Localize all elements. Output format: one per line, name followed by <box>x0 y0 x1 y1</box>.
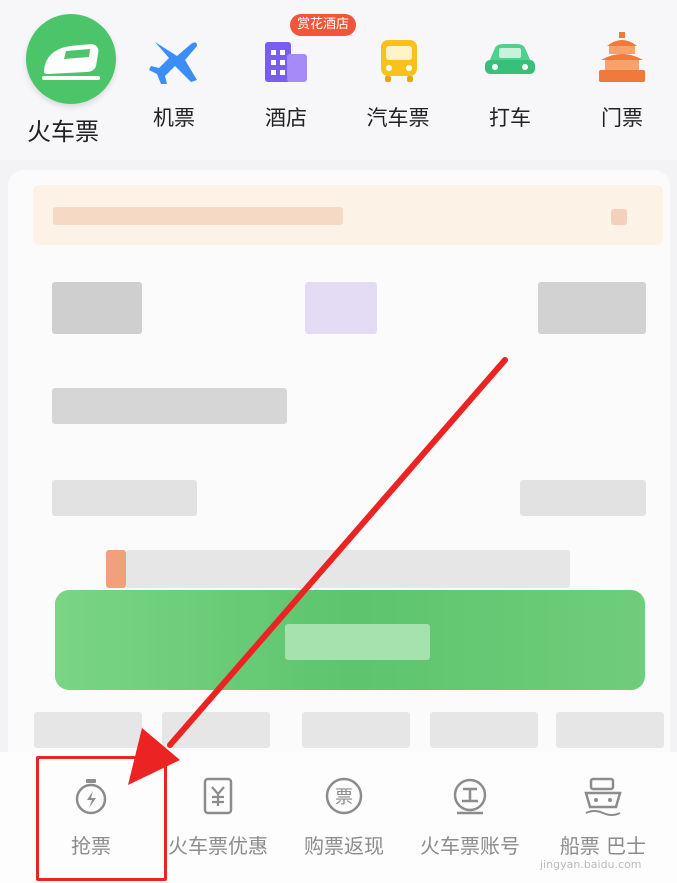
watermark: jingyan.baidu.com <box>540 858 642 871</box>
annotation-arrow-icon <box>128 357 508 785</box>
